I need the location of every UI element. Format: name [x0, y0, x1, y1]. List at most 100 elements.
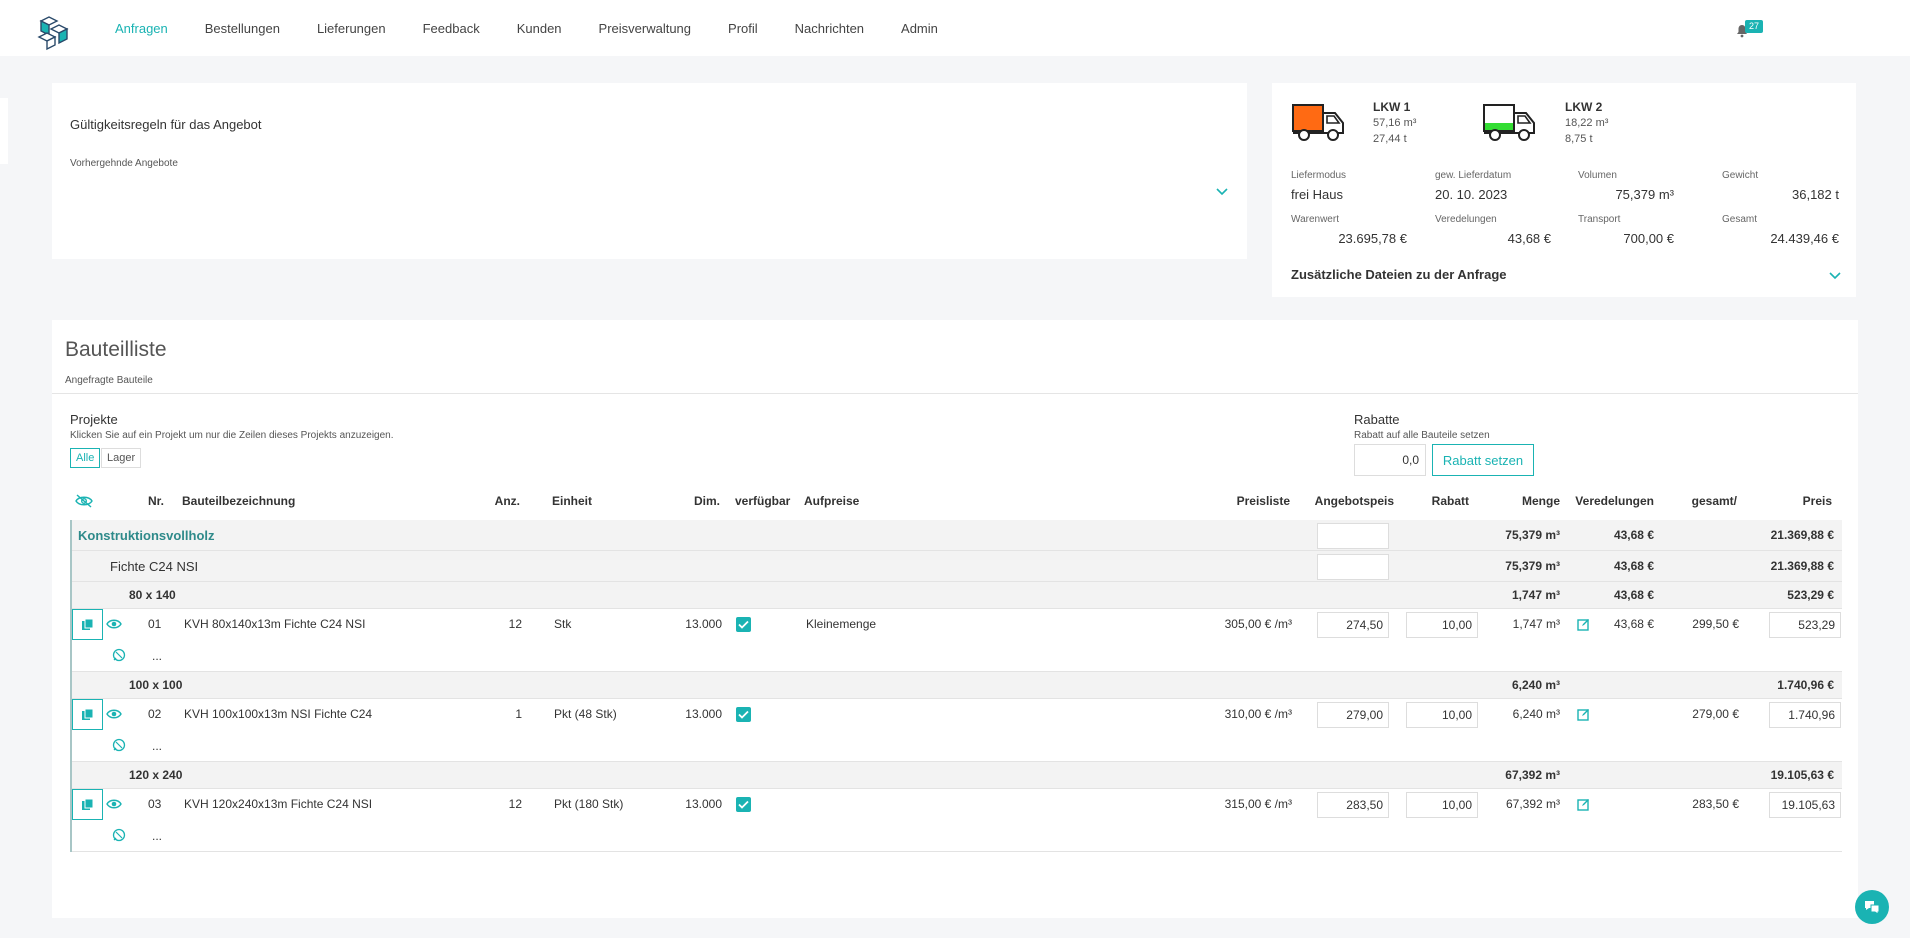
validity-card: Gültigkeitsregeln für das Angebot Vorher…: [52, 83, 1247, 259]
set-rabatt-button[interactable]: Rabatt setzen: [1432, 444, 1534, 476]
item-preis-input[interactable]: 1.740,96: [1769, 702, 1841, 728]
group-angebot-input[interactable]: [1317, 523, 1389, 549]
item-anz: 1: [515, 707, 522, 721]
note-icon[interactable]: [112, 738, 126, 752]
copy-icon: [82, 798, 94, 810]
gewicht-label: Gewicht: [1722, 170, 1759, 181]
notification-badge: 27: [1745, 20, 1764, 33]
item-nr: 02: [148, 707, 162, 721]
transport-label: Transport: [1578, 214, 1621, 225]
th-einheit: Einheit: [552, 494, 593, 508]
logo-icon[interactable]: [33, 11, 73, 51]
projects-title: Projekte: [70, 412, 118, 427]
nav-kunden[interactable]: Kunden: [517, 21, 562, 36]
chevron-down-icon[interactable]: [1828, 271, 1842, 281]
available-checkbox[interactable]: [736, 617, 751, 632]
bauteilliste-subtitle: Angefragte Bauteile: [65, 375, 153, 386]
validity-title: Gültigkeitsregeln für das Angebot: [70, 117, 262, 132]
item-bez: KVH 80x140x13m Fichte C24 NSI: [184, 617, 366, 631]
dim-name: 100 x 100: [129, 678, 183, 692]
dim-menge: 6,240 m³: [1511, 678, 1560, 692]
rabatte-title: Rabatte: [1354, 412, 1400, 427]
filter-lager-button[interactable]: Lager: [101, 448, 142, 468]
previous-offers-label: Vorhergehnde Angebote: [70, 158, 178, 169]
eye-icon[interactable]: [106, 797, 122, 811]
item-preis-input[interactable]: 523,29: [1769, 612, 1841, 638]
copy-button[interactable]: [72, 609, 103, 640]
th-anz: Anz.: [494, 494, 520, 508]
subgroup-row[interactable]: Fichte C24 NSI 75,379 m³ 43,68 € 21.369,…: [72, 551, 1842, 582]
th-preis: Preis: [1802, 494, 1832, 508]
available-checkbox[interactable]: [736, 797, 751, 812]
nav-feedback[interactable]: Feedback: [423, 21, 480, 36]
copy-button[interactable]: [72, 789, 103, 820]
nav-preisverwaltung[interactable]: Preisverwaltung: [599, 21, 692, 36]
item-einheit: Pkt (180 Stk): [554, 797, 624, 811]
note-row[interactable]: ...: [72, 640, 1842, 672]
item-menge: 1,747 m³: [1512, 617, 1560, 631]
item-dim: 13.000: [685, 797, 722, 811]
rabatt-input[interactable]: [1354, 444, 1426, 476]
truck-2-icon: [1483, 104, 1535, 141]
nav-anfragen[interactable]: Anfragen: [115, 21, 168, 36]
dim-row[interactable]: 120 x 240 67,392 m³ 19.105,63 €: [72, 762, 1842, 789]
chat-button[interactable]: [1855, 890, 1889, 924]
item-row[interactable]: 01 KVH 80x140x13m Fichte C24 NSI 12 Stk …: [72, 609, 1842, 640]
item-preis-input[interactable]: 19.105,63: [1769, 792, 1841, 818]
copy-icon: [82, 708, 94, 720]
nav-bestellungen[interactable]: Bestellungen: [205, 21, 280, 36]
truck-2-volume: 18,22 m³: [1565, 117, 1609, 129]
eye-icon[interactable]: [106, 707, 122, 721]
eye-icon[interactable]: [106, 617, 122, 631]
dim-row[interactable]: 100 x 100 6,240 m³ 1.740,96 €: [72, 672, 1842, 699]
th-nr: Nr.: [148, 494, 165, 508]
nav-nachrichten[interactable]: Nachrichten: [795, 21, 864, 36]
projects-desc: Klicken Sie auf ein Projekt um nur die Z…: [70, 430, 394, 441]
item-einheit: Pkt (48 Stk): [554, 707, 617, 721]
edit-icon[interactable]: [1577, 708, 1590, 721]
summary-card: LKW 1 57,16 m³ 27,44 t LKW 2 18,22 m³ 8,…: [1272, 83, 1856, 297]
item-aufpreis: Kleinemenge: [806, 617, 877, 631]
item-dim: 13.000: [685, 617, 722, 631]
eye-slash-icon[interactable]: [75, 494, 93, 508]
nav-lieferungen[interactable]: Lieferungen: [317, 21, 386, 36]
th-aufpreise: Aufpreise: [804, 494, 860, 508]
subgroup-name: Fichte C24 NSI: [110, 559, 199, 574]
copy-icon: [82, 618, 94, 630]
edit-icon[interactable]: [1577, 798, 1590, 811]
item-angebot-input[interactable]: 283,50: [1317, 792, 1389, 818]
note-row[interactable]: ...: [72, 730, 1842, 762]
note-row[interactable]: ...: [72, 820, 1842, 852]
group-name: Konstruktionsvollholz: [78, 528, 215, 543]
veredelungen-label: Veredelungen: [1435, 214, 1497, 225]
subgroup-angebot-input[interactable]: [1317, 554, 1389, 580]
th-gesamt: gesamt/: [1691, 494, 1737, 508]
item-gesamt: 279,00 €: [1692, 707, 1739, 721]
copy-button[interactable]: [72, 699, 103, 730]
nav-profil[interactable]: Profil: [728, 21, 758, 36]
group-veredelungen: 43,68 €: [1613, 528, 1654, 542]
item-nr: 01: [148, 617, 162, 631]
group-menge: 75,379 m³: [1505, 528, 1560, 542]
item-angebot-input[interactable]: 279,00: [1317, 702, 1389, 728]
item-row[interactable]: 03 KVH 120x240x13m Fichte C24 NSI 12 Pkt…: [72, 789, 1842, 820]
liefermodus-value: frei Haus: [1291, 187, 1344, 202]
liefermodus-label: Liefermodus: [1291, 170, 1347, 181]
group-row[interactable]: Konstruktionsvollholz 75,379 m³ 43,68 € …: [72, 520, 1842, 551]
truck-1-name: LKW 1: [1373, 100, 1411, 114]
rabatte-desc: Rabatt auf alle Bauteile setzen: [1354, 430, 1490, 441]
nav-admin[interactable]: Admin: [901, 21, 938, 36]
item-bez: KVH 100x100x13m NSI Fichte C24: [184, 707, 373, 721]
note-icon[interactable]: [112, 828, 126, 842]
item-preisliste: 310,00 € /m³: [1224, 707, 1292, 721]
available-checkbox[interactable]: [736, 707, 751, 722]
chevron-down-icon[interactable]: [1215, 187, 1229, 197]
dim-row[interactable]: 80 x 140 1,747 m³ 43,68 € 523,29 €: [72, 582, 1842, 609]
filter-all-button[interactable]: Alle: [70, 448, 101, 468]
additional-files-toggle[interactable]: Zusätzliche Dateien zu der Anfrage: [1291, 267, 1507, 282]
item-row[interactable]: 02 KVH 100x100x13m NSI Fichte C24 1 Pkt …: [72, 699, 1842, 730]
item-angebot-input[interactable]: 274,50: [1317, 612, 1389, 638]
lieferdatum-value: 20. 10. 2023: [1435, 187, 1508, 202]
dim-veredelungen: 43,68 €: [1613, 588, 1654, 602]
note-icon[interactable]: [112, 648, 126, 662]
